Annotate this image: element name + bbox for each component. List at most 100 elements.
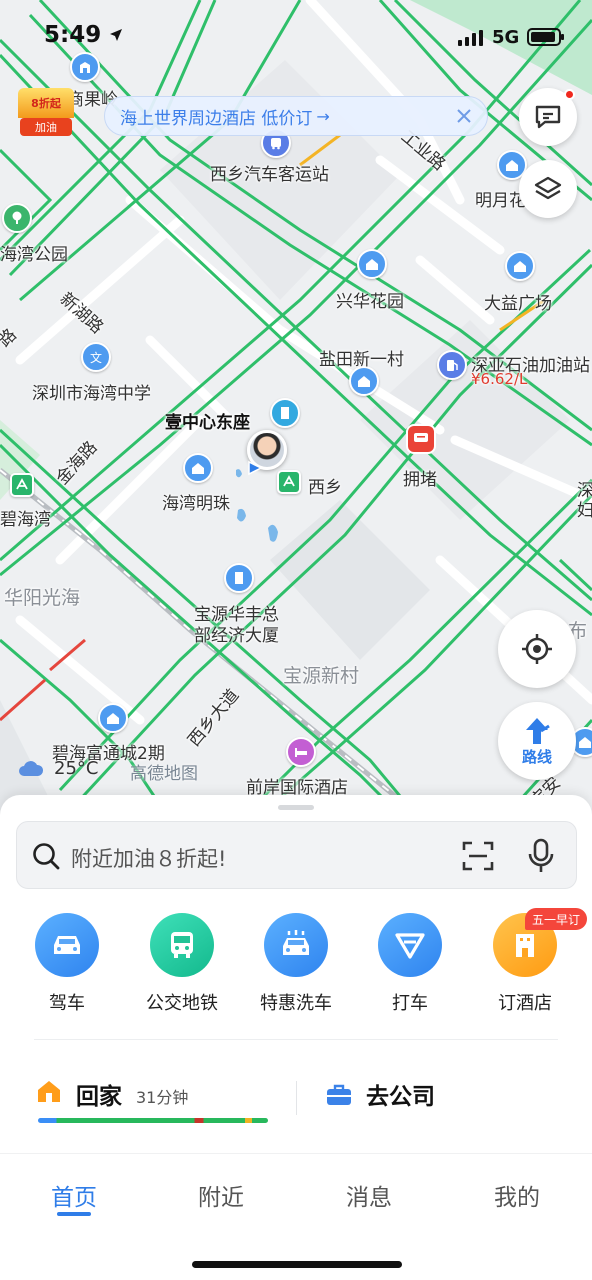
- fuel-price-label: ¥6.62/L: [471, 370, 528, 388]
- shortcut-row: 驾车 公交地铁 特惠洗车 打车 订酒店: [0, 913, 592, 1023]
- time-text: 5:49: [44, 22, 102, 48]
- route-arrow-icon: [526, 717, 550, 744]
- house-icon: [506, 160, 518, 171]
- residence-poi-icon[interactable]: [98, 703, 128, 733]
- promo-tag: 8折起: [18, 88, 74, 118]
- transit-shortcut[interactable]: 公交地铁: [127, 913, 237, 1015]
- map-label: 华阳光海: [4, 587, 81, 609]
- house-icon: [192, 463, 204, 474]
- tab-nearby[interactable]: 附近: [171, 1178, 271, 1212]
- shortcut-label: 公交地铁: [146, 993, 218, 1014]
- route-label: 路线: [521, 747, 552, 766]
- tab-messages[interactable]: 消息: [319, 1178, 419, 1212]
- congestion-marker-icon[interactable]: [406, 424, 436, 454]
- weather-temperature: 25°C: [54, 758, 99, 779]
- metro-icon: [16, 478, 28, 490]
- shortcut-label: 打车: [392, 993, 428, 1014]
- taxi-shortcut[interactable]: 打车: [355, 913, 465, 1015]
- map-layers-button[interactable]: [519, 160, 577, 218]
- park-poi-icon[interactable]: [2, 203, 32, 233]
- residence-poi-icon[interactable]: [183, 453, 213, 483]
- home-indicator: [192, 1261, 402, 1268]
- hotel-promo-banner[interactable]: 海上世界周边酒店 低价订 →: [104, 96, 488, 136]
- route-button[interactable]: 路线: [498, 702, 576, 780]
- gas-station-poi-icon[interactable]: [437, 350, 467, 380]
- school-poi-icon[interactable]: 文: [81, 342, 111, 372]
- map-label: 壹中心东座: [165, 413, 250, 433]
- map-label: 深圳市海湾中学: [32, 384, 151, 404]
- go-to-work-label[interactable]: 去公司: [366, 1077, 435, 1111]
- scan-icon[interactable]: [461, 839, 495, 873]
- map-label: 部经济大厦: [194, 626, 279, 646]
- promo-label: 加油: [20, 118, 72, 136]
- metro-icon: [283, 475, 295, 487]
- briefcase-icon[interactable]: [326, 1084, 352, 1106]
- map-label: 兴华花园: [336, 292, 404, 312]
- map-label: 宝源新村: [283, 665, 360, 687]
- shortcut-label: 订酒店: [498, 993, 552, 1014]
- residence-poi-icon[interactable]: [349, 366, 379, 396]
- office-poi-icon[interactable]: [270, 398, 300, 428]
- divider: [296, 1081, 297, 1115]
- divider: [34, 1039, 558, 1040]
- network-type: 5G: [492, 27, 520, 48]
- tab-home[interactable]: 首页: [24, 1178, 124, 1212]
- building-icon: [235, 572, 243, 584]
- arrow-right-icon: →: [316, 106, 330, 126]
- shortcut-label: 驾车: [49, 993, 85, 1014]
- car-icon: [35, 913, 99, 977]
- search-bar[interactable]: 附近加油８折起!: [16, 821, 577, 889]
- taxi-icon: [378, 913, 442, 977]
- messages-button[interactable]: [519, 88, 577, 146]
- tree-icon: [12, 211, 22, 224]
- metro-station-icon[interactable]: [10, 473, 34, 497]
- microphone-icon[interactable]: [527, 838, 555, 874]
- search-icon: [33, 843, 60, 870]
- map-label: 西乡汽车客运站: [210, 165, 329, 185]
- home-icon: [38, 1081, 60, 1102]
- battery-icon: [527, 28, 564, 46]
- metro-station-icon[interactable]: [277, 470, 301, 494]
- home-label: 回家: [76, 1084, 122, 1110]
- shortcut-label: 特惠洗车: [260, 993, 332, 1014]
- fuel-promo-badge[interactable]: 8折起 加油: [18, 88, 74, 140]
- house-icon: [107, 713, 119, 724]
- office-poi-icon[interactable]: [224, 563, 254, 593]
- house-icon: [579, 737, 591, 748]
- car-wash-icon: [264, 913, 328, 977]
- map-label: 盐田新一村: [319, 350, 404, 370]
- chat-alert-icon: [414, 433, 428, 442]
- map-label: 碧海湾: [0, 510, 51, 530]
- close-icon[interactable]: [453, 105, 475, 127]
- search-placeholder[interactable]: 附近加油８折起!: [71, 843, 226, 873]
- bus-icon: [271, 138, 281, 150]
- residence-poi-icon[interactable]: [505, 251, 535, 281]
- bus-icon: [150, 913, 214, 977]
- notification-dot: [564, 89, 575, 100]
- car-wash-shortcut[interactable]: 特惠洗车: [241, 913, 351, 1015]
- house-icon: [514, 261, 526, 272]
- svg-text:文: 文: [90, 350, 102, 365]
- traffic-status-bar: [38, 1118, 268, 1123]
- residence-poi-icon[interactable]: [357, 249, 387, 279]
- home-eta: 31分钟: [136, 1088, 189, 1107]
- map-label: 西乡: [308, 478, 342, 498]
- map-label: 海湾公园: [0, 245, 68, 265]
- status-time: 5:49: [44, 22, 123, 48]
- hotel-poi-icon[interactable]: [286, 737, 316, 767]
- map-label: 妇: [577, 501, 592, 521]
- crosshair-icon: [522, 634, 552, 664]
- tab-me[interactable]: 我的: [467, 1178, 567, 1212]
- my-location-button[interactable]: [498, 610, 576, 688]
- map-label: 大益广场: [484, 294, 552, 314]
- active-tab-indicator: [57, 1212, 91, 1216]
- heading-arrow-icon: [248, 460, 263, 476]
- school-icon: 文: [90, 350, 102, 365]
- drive-shortcut[interactable]: 驾车: [12, 913, 122, 1015]
- layers-icon: [534, 176, 562, 200]
- status-bar: 5:49 5G: [0, 0, 592, 70]
- cellular-signal-icon: [458, 30, 483, 46]
- sheet-drag-handle[interactable]: [278, 805, 314, 810]
- location-arrow-icon: [110, 29, 123, 41]
- house-icon: [358, 376, 370, 387]
